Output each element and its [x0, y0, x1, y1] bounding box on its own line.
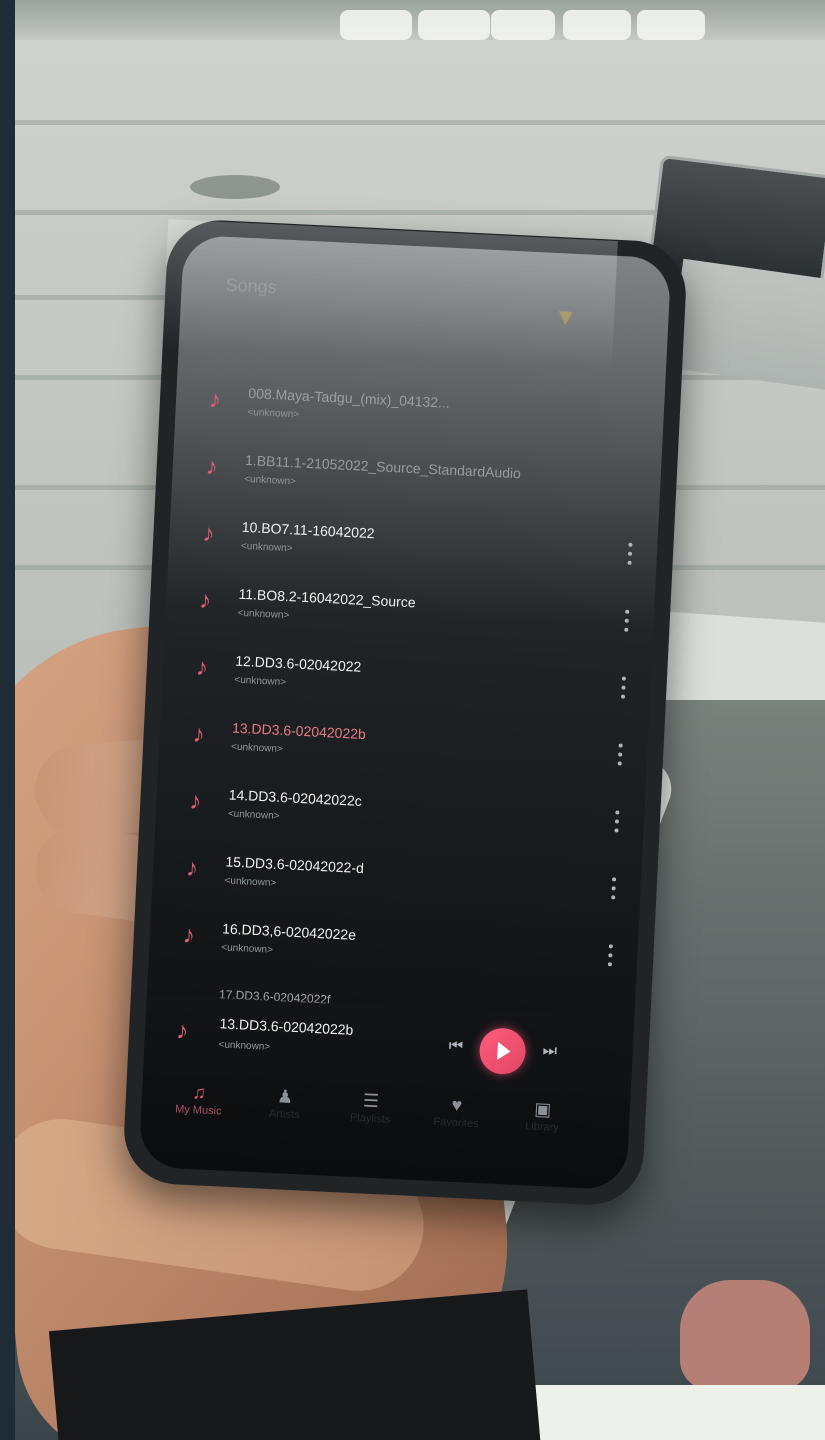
- nav-library[interactable]: ▣ Library: [507, 1097, 579, 1135]
- music-note-icon: ♪: [195, 653, 209, 682]
- nav-favorites[interactable]: ♥ Favorites: [421, 1092, 493, 1130]
- song-list[interactable]: ♪ 008.Maya-Tadgu_(mix)_04132... <unknown…: [145, 364, 665, 1057]
- nav-my-music[interactable]: ♫ My Music: [163, 1080, 235, 1118]
- music-note-icon: ♪: [188, 787, 203, 816]
- more-options-icon[interactable]: [626, 542, 633, 565]
- song-artist: <unknown>: [234, 674, 287, 689]
- lock-icon: ▣: [533, 1098, 552, 1120]
- nav-artists[interactable]: ♟ Artists: [249, 1084, 321, 1122]
- song-title: 12.DD3.6-02042022: [234, 652, 362, 675]
- foot-in-background: [680, 1280, 810, 1390]
- person-music-icon: ♟: [276, 1086, 294, 1107]
- more-options-icon[interactable]: [623, 609, 630, 632]
- white-paper-corner: [505, 1385, 825, 1440]
- next-track-icon[interactable]: ⏭: [542, 1042, 557, 1061]
- song-artist: <unknown>: [224, 875, 277, 889]
- now-playing-artist: <unknown>: [218, 1039, 271, 1053]
- nav-label: Library: [524, 1120, 559, 1134]
- song-title: 11.BO8.2-16042022_Source: [238, 585, 417, 611]
- music-note-icon: ♪: [182, 921, 196, 949]
- nav-label: My Music: [174, 1103, 222, 1118]
- song-title: 15.DD3.6-02042022-d: [225, 853, 365, 877]
- song-artist: <unknown>: [221, 942, 274, 956]
- window-light: [637, 10, 705, 40]
- left-border-bar: [0, 0, 15, 1440]
- song-artist: <unknown>: [237, 607, 290, 622]
- more-options-icon[interactable]: [617, 743, 624, 766]
- window-light: [340, 10, 412, 40]
- app-header-title: Songs: [225, 274, 278, 298]
- more-options-icon[interactable]: [613, 810, 620, 833]
- window-light: [491, 10, 555, 40]
- music-note-icon: ♪: [208, 386, 222, 414]
- nav-label: Artists: [268, 1107, 300, 1122]
- playlist-icon: ☰: [362, 1090, 380, 1112]
- more-options-icon[interactable]: [620, 676, 627, 699]
- music-note-icon: ♫: [191, 1082, 207, 1103]
- music-note-icon: ♪: [192, 720, 206, 749]
- camera-scene: Songs ♪ 008.Maya-Tadgu_(mix)_04132... <u…: [15, 0, 825, 1440]
- nav-label: Playlists: [349, 1111, 391, 1126]
- song-artist: <unknown>: [240, 540, 293, 555]
- window-light: [563, 10, 631, 40]
- song-artist: <unknown>: [227, 808, 280, 822]
- song-artist: <unknown>: [243, 473, 297, 488]
- song-title: 14.DD3.6-02042022c: [228, 786, 363, 809]
- music-note-icon: ♪: [205, 452, 219, 481]
- smartphone: Songs ♪ 008.Maya-Tadgu_(mix)_04132... <u…: [121, 217, 689, 1208]
- music-note-icon: ♪: [198, 586, 212, 615]
- window-light: [418, 10, 490, 40]
- more-options-icon[interactable]: [607, 944, 614, 967]
- wifi-icon: [558, 311, 573, 326]
- more-options-icon[interactable]: [610, 877, 617, 900]
- nav-label: Favorites: [433, 1115, 479, 1131]
- play-button[interactable]: [478, 1027, 527, 1076]
- song-artist: <unknown>: [247, 406, 300, 421]
- song-artist: <unknown>: [230, 741, 284, 756]
- nav-playlists[interactable]: ☰ Playlists: [335, 1088, 407, 1126]
- song-title: 008.Maya-Tadgu_(mix)_04132...: [248, 384, 451, 411]
- song-title: 13.DD3.6-02042022b: [231, 719, 367, 743]
- table-umbrella-hole: [190, 175, 280, 199]
- previous-track-icon[interactable]: ⏮: [448, 1038, 463, 1057]
- music-note-icon: ♪: [185, 854, 199, 883]
- music-note-icon: ♪: [175, 1017, 189, 1045]
- phone-screen: Songs ♪ 008.Maya-Tadgu_(mix)_04132... <u…: [138, 234, 672, 1191]
- now-playing-title: 13.DD3.6-02042022b: [219, 1015, 354, 1038]
- table-slat-line: [15, 120, 825, 125]
- music-note-icon: ♪: [201, 519, 216, 548]
- song-title: 10.BO7.11-16042022: [241, 518, 375, 542]
- heart-icon: ♥: [451, 1094, 463, 1116]
- song-title: 16.DD3,6-02042022e: [221, 920, 357, 943]
